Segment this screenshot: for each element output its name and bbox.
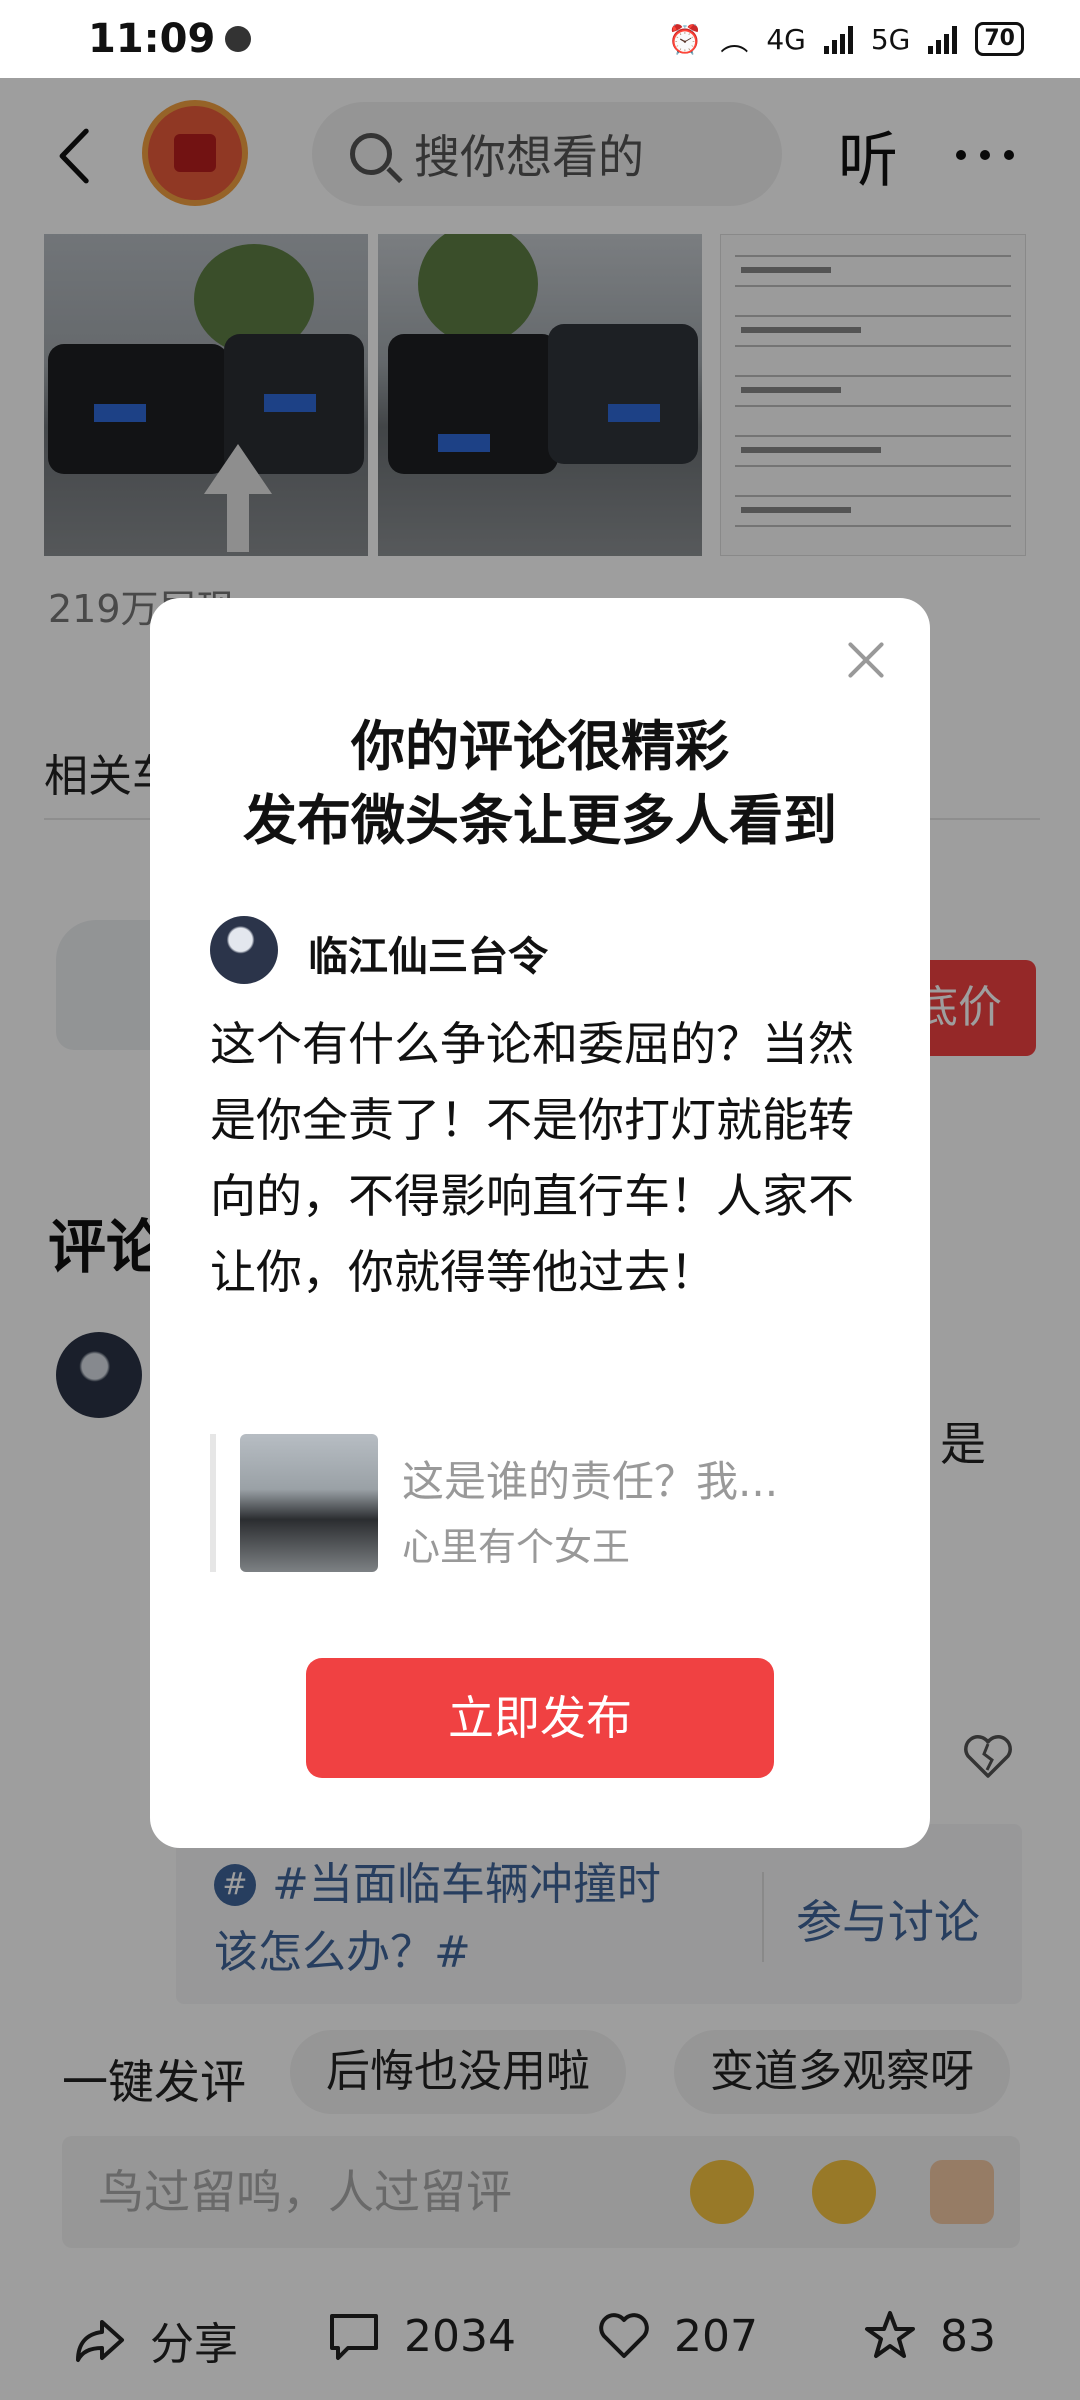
quoted-article-title: 这是谁的责任？我... bbox=[402, 1457, 779, 1506]
dialog-title: 你的评论很精彩 bbox=[351, 715, 729, 778]
quoted-article-thumbnail bbox=[240, 1434, 378, 1572]
dialog-subtitle: 发布微头条让更多人看到 bbox=[243, 789, 837, 852]
publish-prompt-dialog: 你的评论很精彩 发布微头条让更多人看到 临江仙三台令 这个有什么争论和委屈的？当… bbox=[150, 598, 930, 1848]
quoted-article[interactable]: 这是谁的责任？我... 心里有个女王 bbox=[210, 1434, 870, 1572]
quoted-article-author: 心里有个女王 bbox=[402, 1525, 631, 1569]
battery-icon: 70 bbox=[975, 22, 1024, 56]
status-time: 11:09 bbox=[88, 16, 216, 62]
avatar bbox=[210, 916, 278, 984]
network-label-2: 5G bbox=[870, 22, 911, 56]
voice-indicator-icon bbox=[225, 26, 252, 52]
wifi-icon: ︵ bbox=[720, 24, 749, 57]
network-label-1: 4G bbox=[766, 22, 806, 56]
status-bar: 11:09 ⏰ ︵ 4G 5G 70 bbox=[0, 0, 1080, 78]
status-icons: ⏰ ︵ 4G 5G 70 bbox=[667, 19, 1024, 59]
quote-bar bbox=[210, 1434, 216, 1572]
comment-text: 这个有什么争论和委屈的？当然是你全责了！不是你打灯就能转向的，不得影响直行车！人… bbox=[210, 1017, 854, 1299]
signal-icon bbox=[823, 24, 853, 54]
signal-icon-2 bbox=[928, 24, 958, 54]
username: 临江仙三台令 bbox=[308, 934, 548, 980]
publish-now-button[interactable]: 立即发布 bbox=[306, 1658, 774, 1778]
close-icon[interactable] bbox=[846, 640, 886, 680]
alarm-icon: ⏰ bbox=[667, 22, 703, 56]
